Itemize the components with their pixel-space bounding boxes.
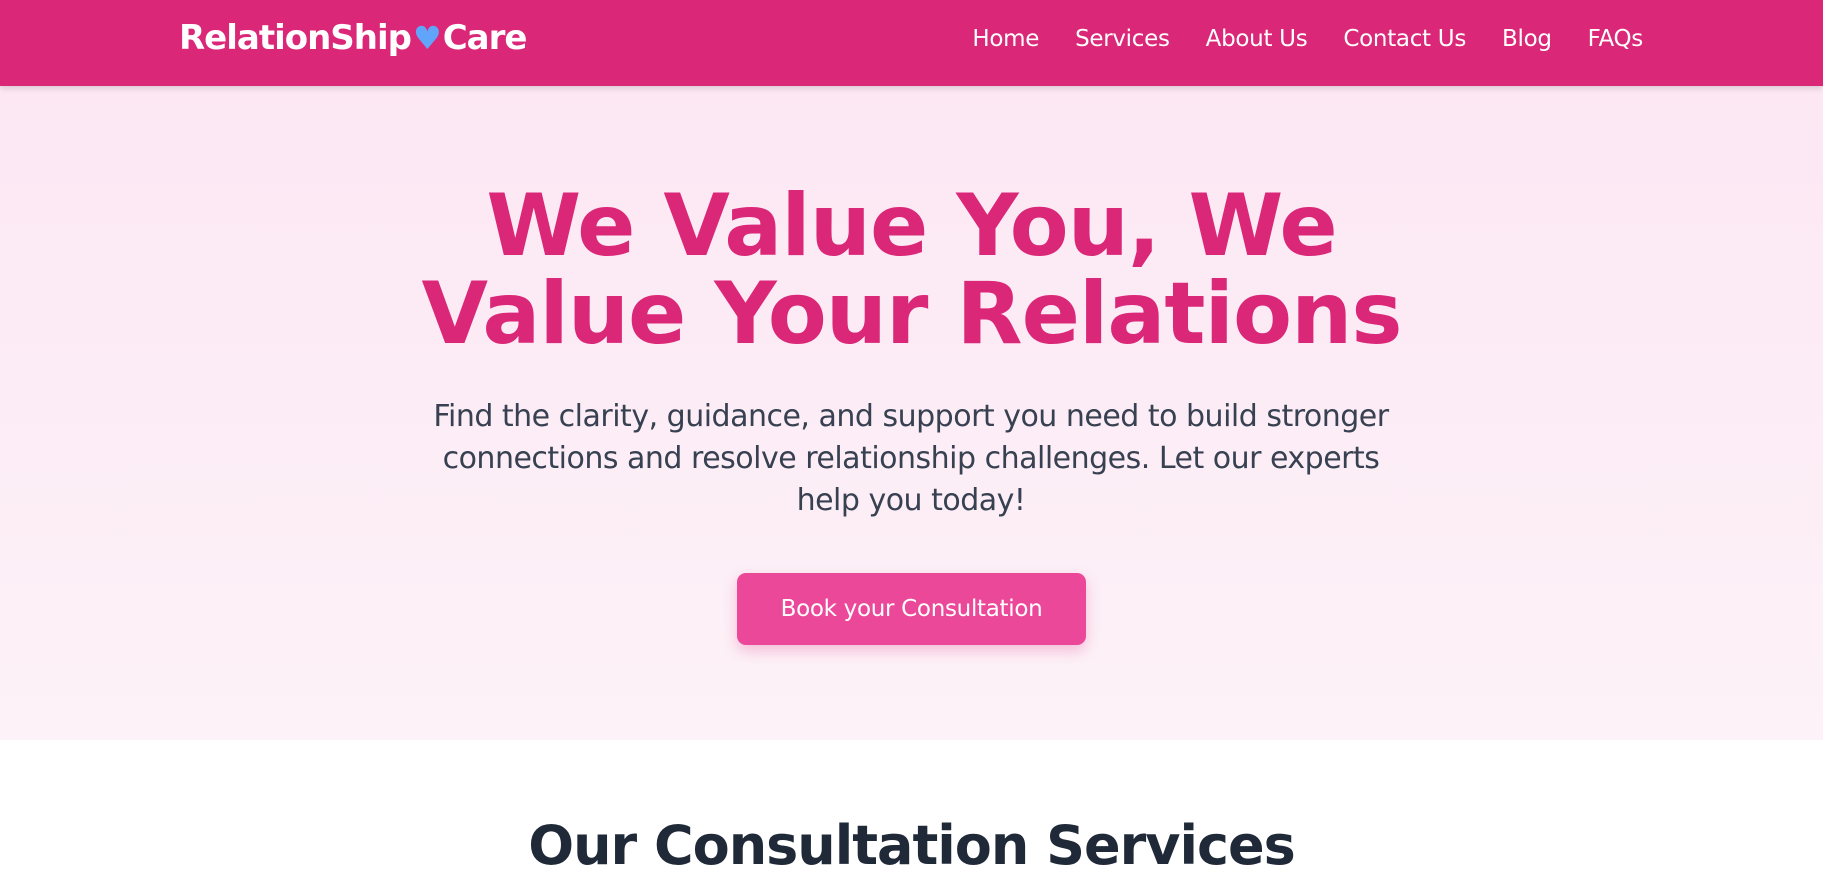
site-logo[interactable]: RelationShip♥Care xyxy=(179,18,528,58)
book-consultation-button[interactable]: Book your Consultation xyxy=(737,573,1086,645)
nav-link-home[interactable]: Home xyxy=(972,24,1039,54)
logo-text-right: Care xyxy=(442,18,528,58)
hero-subtitle: Find the clarity, guidance, and support … xyxy=(433,399,1389,518)
services-section: Our Consultation Services xyxy=(0,740,1823,877)
nav-link-blog[interactable]: Blog xyxy=(1502,24,1552,54)
nav-link-about-us[interactable]: About Us xyxy=(1206,24,1308,54)
nav-link-contact-us[interactable]: Contact Us xyxy=(1343,24,1466,54)
services-heading: Our Consultation Services xyxy=(528,814,1296,877)
hero-title-line-1: We Value You, We xyxy=(486,176,1337,276)
heart-icon: ♥ xyxy=(413,19,442,57)
hero-section: We Value You, We Value Your Relations Fi… xyxy=(0,86,1823,740)
logo-text-left: RelationShip xyxy=(179,18,412,58)
hero-title: We Value You, We Value Your Relations xyxy=(0,182,1823,358)
nav-link-faqs[interactable]: FAQs xyxy=(1588,24,1644,54)
main-nav: Home Services About Us Contact Us Blog F… xyxy=(972,24,1643,54)
hero-title-line-2: Value Your Relations xyxy=(421,264,1402,364)
nav-link-services[interactable]: Services xyxy=(1075,24,1170,54)
top-navbar: RelationShip♥Care Home Services About Us… xyxy=(0,0,1823,86)
